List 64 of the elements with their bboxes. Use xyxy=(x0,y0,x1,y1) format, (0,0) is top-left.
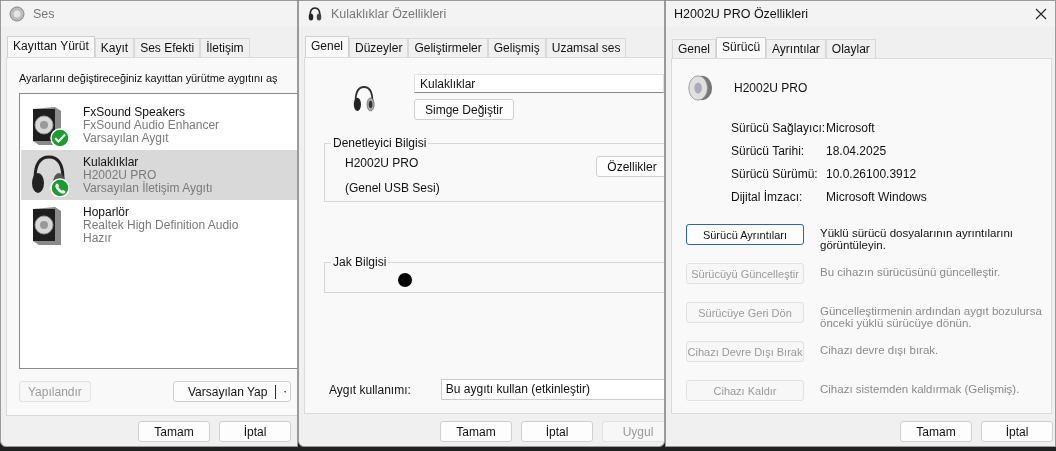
device-status: Hazır xyxy=(83,231,113,245)
change-icon-button[interactable]: Simge Değiştir xyxy=(414,99,515,120)
action-description: Yüklü sürücü dosyalarının ayrıntılarını görüntüleyin. xyxy=(820,226,1015,251)
device-driver: FxSound Audio Enhancer xyxy=(83,118,220,132)
tab[interactable]: Ayrıntılar xyxy=(766,39,826,58)
group-title: Denetleyici Bilgisi xyxy=(332,136,428,150)
ok-button[interactable]: Tamam xyxy=(138,421,210,442)
action-description: Cihazı sistemden kaldırmak (Gelişmiş). xyxy=(820,382,1021,395)
cancel-button[interactable]: İptal xyxy=(981,421,1053,442)
tab[interactable]: Geliştirmeler xyxy=(408,38,488,57)
usage-dropdown[interactable]: Bu aygıtı kullan (etkinleştir) xyxy=(440,379,664,400)
info-label: Sürücü Sağlayıcı: xyxy=(731,121,826,135)
device-item[interactable]: FxSound Speakers FxSound Audio Enhancer Varsayılan Aygıt xyxy=(21,100,297,150)
instruction-text: Ayarlarını değiştireceğiniz kayıttan yürütme aygıtını aş xyxy=(19,72,278,84)
info-value: Microsoft xyxy=(826,121,876,135)
action-description: Güncelleştirmenin ardından aygıt bozulursa önceki yüklü sürücüye dönün. xyxy=(820,304,1043,329)
tab[interactable]: Kayıttan Yürüt xyxy=(7,36,95,57)
tab[interactable]: Gelişmiş xyxy=(487,38,546,57)
name-field[interactable]: Kulaklıklar xyxy=(414,74,664,93)
device-name: H2002U PRO xyxy=(734,81,808,95)
info-label: Sürücü Tarihi: xyxy=(731,144,806,158)
properties-button[interactable]: Özellikler xyxy=(596,156,664,177)
device-name: FxSound Speakers xyxy=(83,105,187,119)
window-title: Kulaklıklar Özellikleri xyxy=(331,7,447,21)
tab[interactable]: Genel xyxy=(672,39,717,58)
jack-dot-icon xyxy=(398,273,412,287)
tab[interactable]: Kayıt xyxy=(94,38,135,57)
tab[interactable]: Genel xyxy=(305,36,350,57)
close-icon[interactable] xyxy=(1035,8,1047,20)
headphones-icon xyxy=(29,153,69,197)
device-driver: H2002U PRO xyxy=(83,168,157,182)
window-title: H2002U PRO Özellikleri xyxy=(674,7,809,21)
headphones-icon xyxy=(307,6,323,22)
tab[interactable]: Düzeyler xyxy=(349,38,409,57)
ok-button[interactable]: Tamam xyxy=(440,421,512,442)
controller-name: H2002U PRO xyxy=(345,156,420,170)
action-description: Bu cihazın sürücüsünü güncelleştir. xyxy=(820,265,1002,278)
device-item[interactable]: Kulaklıklar H2002U PRO Varsayılan İletişim Aygıtı xyxy=(21,150,297,200)
tab[interactable]: Uzamsal ses xyxy=(545,38,627,57)
action-description: Cihazı devre dışı bırak. xyxy=(820,343,940,356)
ok-button[interactable]: Tamam xyxy=(900,421,972,442)
tab[interactable]: İletişim xyxy=(200,38,250,57)
device-status: Varsayılan Aygıt xyxy=(83,131,170,145)
device-name: Kulaklıklar xyxy=(83,155,140,169)
device-driver: Realtek High Definition Audio xyxy=(83,218,239,232)
device-name: Hoparlör xyxy=(83,205,131,219)
tab[interactable]: Ses Efekti xyxy=(134,38,201,57)
tab[interactable]: Sürücü xyxy=(716,37,767,58)
info-value: 10.0.26100.3912 xyxy=(826,167,918,181)
window-title: Ses xyxy=(33,7,55,21)
usage-label: Aygıt kullanımı: xyxy=(329,382,411,397)
info-value: Microsoft Windows xyxy=(826,190,928,204)
info-value: 18.04.2025 xyxy=(826,144,888,158)
cancel-button[interactable]: İptal xyxy=(521,421,593,442)
driver-action-button[interactable]: Sürücü Ayrıntıları xyxy=(686,224,804,245)
info-label: Sürücü Sürümü: xyxy=(731,167,819,181)
info-label: Dijital İmzacı: xyxy=(731,190,804,204)
group-title: Jak Bilgisi xyxy=(332,255,388,269)
device-item[interactable]: Hoparlör Realtek High Definition Audio Hazır xyxy=(21,200,297,250)
cancel-button[interactable]: İptal xyxy=(219,421,291,442)
set-default-button[interactable]: Varsayılan Yap xyxy=(173,381,291,402)
controller-driver: (Genel USB Sesi) xyxy=(345,181,440,195)
device-status: Varsayılan İletişim Aygıtı xyxy=(83,181,213,195)
tab[interactable]: Olaylar xyxy=(825,39,876,58)
